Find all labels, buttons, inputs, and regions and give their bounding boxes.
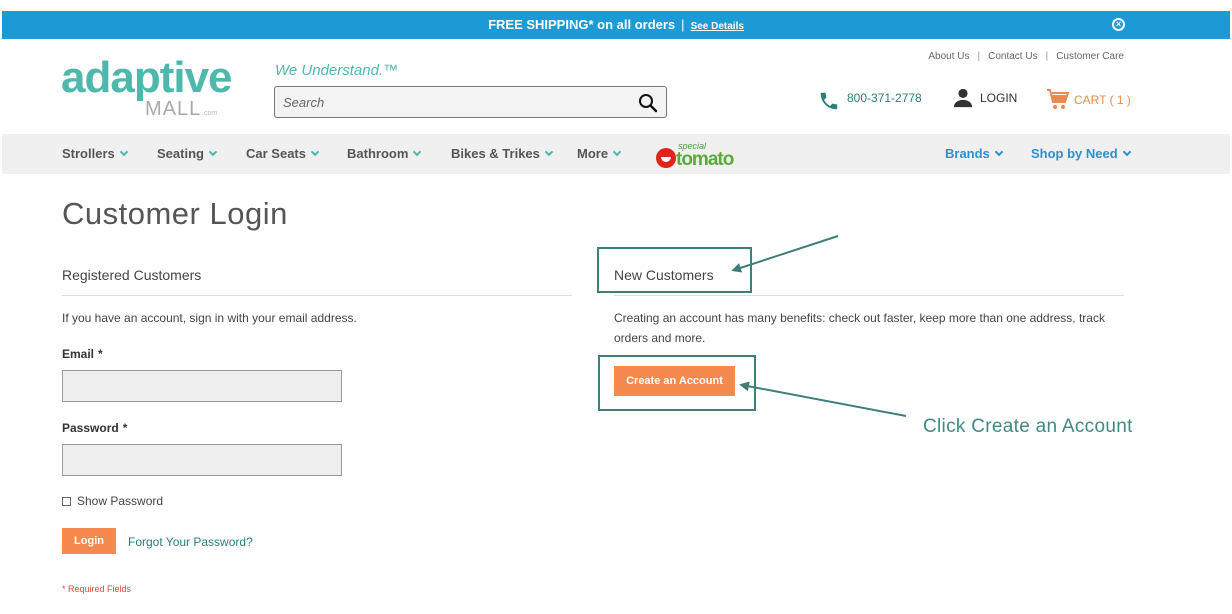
annotation-arrow-button (739, 381, 907, 417)
annotation-arrow-heading (731, 235, 839, 273)
annotation-instruction: Click Create an Account (923, 416, 1133, 437)
annotation-arrows (731, 235, 907, 417)
